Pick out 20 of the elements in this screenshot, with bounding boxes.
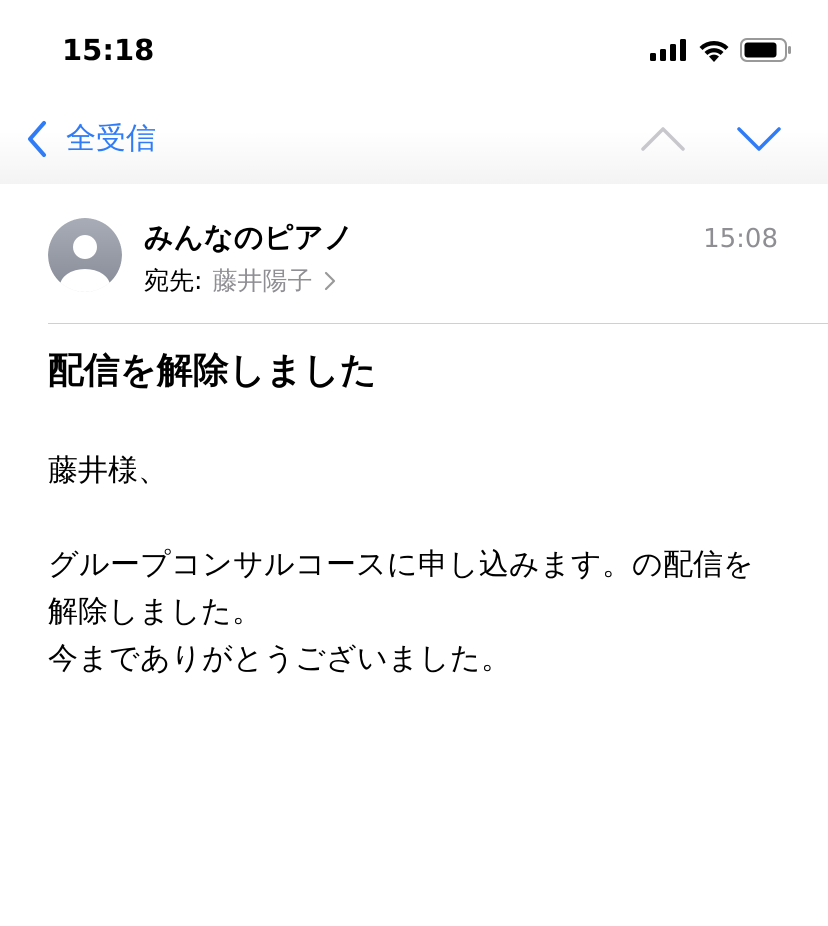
back-label: 全受信: [66, 120, 156, 158]
body-text: 藤井様、: [48, 452, 169, 490]
to-label: 宛先:: [144, 265, 202, 297]
back-chevron-icon: [26, 120, 48, 158]
up-chevron-icon: [640, 126, 686, 152]
next-message-button[interactable]: [736, 126, 782, 152]
avatar-icon: [48, 218, 122, 292]
down-chevron-icon: [736, 126, 782, 152]
message-subject: 配信を解除しました: [48, 349, 378, 393]
back-button[interactable]: 全受信: [26, 118, 156, 159]
body-text: 今までありがとうございました。: [48, 640, 512, 678]
signal-icon: [650, 39, 688, 61]
status-time: 15:18: [62, 33, 154, 67]
wifi-icon: [698, 38, 730, 62]
body-text: グループコンサルコースに申し込みます。の配信を解除しました。: [48, 546, 755, 631]
battery-icon: [740, 38, 792, 62]
chevron-right-icon: [324, 270, 336, 290]
message-time: 15:08: [703, 224, 778, 254]
recipient-link[interactable]: 藤井陽子: [212, 264, 336, 297]
sender-name: みんなのピアノ: [144, 219, 354, 256]
